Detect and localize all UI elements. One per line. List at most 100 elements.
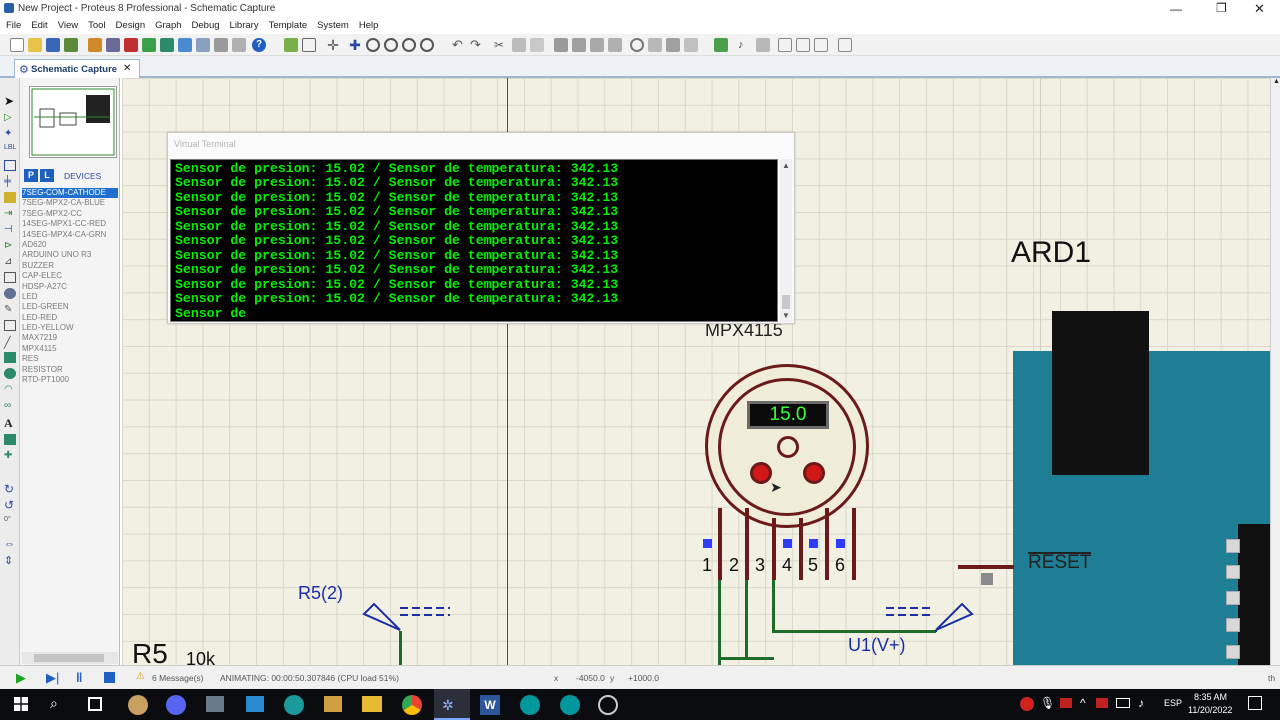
wire-autorouter-icon[interactable] (714, 38, 728, 52)
scroll-up-icon[interactable]: ▲ (1273, 78, 1280, 85)
tape-recorder-icon[interactable] (4, 272, 16, 283)
search-icon[interactable]: ⌕ (50, 695, 58, 712)
new-file-icon[interactable] (10, 38, 24, 52)
arduino-pin[interactable] (1226, 591, 1240, 605)
start-icon[interactable] (14, 697, 28, 711)
block-rotate-icon[interactable] (590, 38, 604, 52)
device-list-item[interactable]: LED (22, 292, 118, 302)
menu-edit[interactable]: Edit (31, 18, 47, 34)
maximize-icon[interactable]: ❐ (1216, 1, 1227, 15)
device-pins-icon[interactable]: ⊣ (4, 224, 16, 235)
circle-icon[interactable] (4, 368, 16, 379)
text-tool-icon[interactable]: A (4, 416, 16, 430)
gerber-icon[interactable] (142, 38, 156, 52)
wire[interactable] (718, 580, 721, 665)
hscroll-thumb[interactable] (34, 654, 104, 662)
device-list-item[interactable]: RES (22, 354, 118, 364)
electrical-check-icon[interactable] (838, 38, 852, 52)
store-icon[interactable] (246, 696, 264, 712)
3d-view-icon[interactable] (160, 38, 174, 52)
pick-device-icon[interactable] (630, 38, 644, 52)
play-icon[interactable]: ▶ (16, 670, 26, 686)
toolbox-icon[interactable] (324, 696, 342, 712)
obs-icon[interactable] (598, 695, 618, 715)
symbol-icon[interactable] (4, 434, 16, 445)
wire-label-icon[interactable]: LBL (4, 144, 16, 155)
copy-icon[interactable] (512, 38, 526, 52)
device-list-item[interactable]: MAX7219 (22, 333, 118, 343)
block-copy-icon[interactable] (554, 38, 568, 52)
wire[interactable] (399, 631, 402, 665)
design-explorer-icon[interactable] (196, 38, 210, 52)
task-view-icon[interactable] (88, 697, 102, 711)
device-list-item[interactable]: AD620 (22, 240, 118, 250)
pan-icon[interactable]: ✚ (348, 38, 362, 52)
new-sheet-icon[interactable] (778, 38, 792, 52)
device-list-item[interactable]: HDSP-A27C (22, 282, 118, 292)
save-icon[interactable] (46, 38, 60, 52)
arduino-ide-2-icon[interactable] (560, 695, 580, 715)
component-mode-icon[interactable]: ▷ (4, 112, 16, 123)
menu-help[interactable]: Help (359, 18, 379, 34)
notes-icon[interactable] (232, 38, 246, 52)
wire[interactable] (745, 580, 748, 660)
close-window-icon[interactable]: ✕ (1254, 1, 1265, 17)
bus-icon[interactable]: ╪ (4, 176, 16, 187)
device-list-item[interactable]: RTD-PT1000 (22, 375, 118, 385)
menu-file[interactable]: File (6, 18, 21, 34)
device-list-item[interactable]: 7SEG-COM-CATHODE (22, 188, 118, 199)
bom-icon[interactable] (178, 38, 192, 52)
device-list-item[interactable]: LED-RED (22, 313, 118, 323)
arduino-pin[interactable] (1226, 645, 1240, 659)
reset-pin-marker[interactable] (981, 573, 993, 585)
u1-terminal[interactable] (882, 588, 982, 638)
device-list-hscrollbar[interactable] (22, 652, 118, 664)
terminal-vscrollbar[interactable]: ▲ ▼ (780, 159, 792, 322)
close-tab-icon[interactable]: ✕ (123, 63, 131, 74)
pcb-icon[interactable] (124, 38, 138, 52)
redo-icon[interactable]: ↷ (470, 38, 484, 52)
stop-icon[interactable] (104, 672, 115, 683)
rotate-cw-icon[interactable]: ↻ (4, 482, 16, 496)
step-icon[interactable]: ▶| (46, 670, 59, 686)
menu-view[interactable]: View (58, 18, 78, 34)
microphone-icon[interactable]: 🎙 (1040, 696, 1055, 710)
tray-app-icon[interactable] (1020, 697, 1034, 711)
pick-devices-button[interactable]: P (24, 169, 38, 182)
voltage-probe-icon[interactable]: ✎ (4, 304, 16, 315)
pause-icon[interactable]: ‖ (76, 670, 82, 685)
terminal-scroll-up-icon[interactable]: ▲ (782, 161, 790, 170)
arduino-pin[interactable] (1226, 618, 1240, 632)
graph-icon[interactable]: ⊿ (4, 256, 16, 267)
paste-icon[interactable] (530, 38, 544, 52)
terminal-scroll-thumb[interactable] (782, 295, 790, 309)
wire[interactable] (718, 657, 774, 660)
home-icon[interactable] (88, 38, 102, 52)
open-folder-icon[interactable] (28, 38, 42, 52)
marker-icon[interactable]: ✚ (4, 450, 16, 461)
origin-icon[interactable]: ✛ (326, 38, 340, 52)
arc-icon[interactable]: ◠ (4, 384, 16, 395)
device-list-item[interactable]: ARDUINO UNO R3 (22, 250, 118, 260)
zoom-out-icon[interactable] (384, 38, 398, 52)
pin-marker-1[interactable] (703, 539, 712, 548)
device-list-item[interactable]: RESISTOR (22, 365, 118, 375)
device-list-item[interactable]: MPX4115 (22, 344, 118, 354)
tray-chevron-icon[interactable]: ^ (1080, 696, 1086, 710)
file-explorer-icon[interactable] (362, 696, 382, 712)
terminal-output[interactable]: Sensor de presion: 15.02 / Sensor de tem… (170, 159, 778, 322)
word-icon[interactable]: W (480, 695, 500, 715)
files-app-icon[interactable] (206, 696, 224, 712)
menu-template[interactable]: Template (269, 18, 308, 34)
flip-vertical-icon[interactable]: ⇕ (4, 554, 16, 567)
arduino-pin[interactable] (1226, 565, 1240, 579)
virtual-instruments-icon[interactable] (4, 320, 16, 331)
probe-icon[interactable] (4, 288, 16, 299)
block-delete-icon[interactable] (608, 38, 622, 52)
make-device-icon[interactable] (648, 38, 662, 52)
clock-time[interactable]: 8:35 AM (1194, 692, 1227, 702)
menu-tool[interactable]: Tool (88, 18, 105, 34)
package-tool-icon[interactable] (666, 38, 680, 52)
chrome-icon[interactable] (402, 695, 422, 715)
generator-icon[interactable]: ⊳ (4, 240, 16, 251)
